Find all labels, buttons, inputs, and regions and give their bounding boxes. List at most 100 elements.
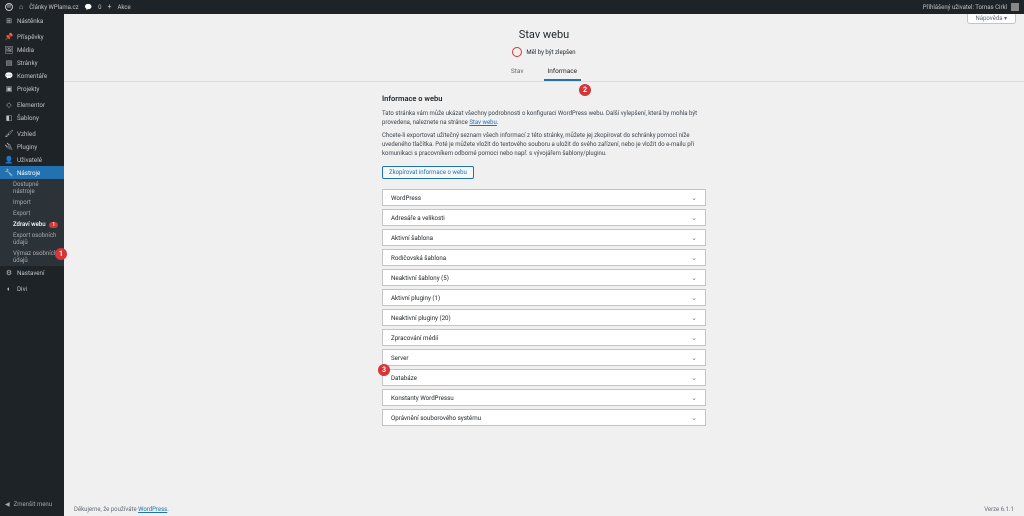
sidebar-sub-import[interactable]: Import <box>0 197 64 208</box>
footer-text: Děkujeme, že používáte <box>74 506 138 513</box>
sidebar-item-label: Nástěnka <box>17 17 43 25</box>
accordion-label: Aktivní šablona <box>391 234 433 242</box>
accordion-media[interactable]: Zpracování médií ⌄ <box>382 329 706 346</box>
sidebar-item-posts[interactable]: 📌Příspěvky <box>0 30 64 43</box>
plug-icon: 🔌 <box>5 143 13 151</box>
sidebar-sub-export-personal[interactable]: Export osobních údajů <box>0 230 64 248</box>
accordion-label: Server <box>391 354 408 362</box>
site-title[interactable]: Články WPlama.cz <box>29 4 78 11</box>
sidebar-item-label: Komentáře <box>17 72 47 80</box>
page-title: Stav webu <box>64 28 1024 41</box>
sidebar-item-label: Projekty <box>17 85 39 93</box>
accordion-label: WordPress <box>391 194 421 202</box>
sidebar-item-templates[interactable]: ◧Šablony <box>0 111 64 124</box>
accordion-label: Adresáře a velikosti <box>391 214 445 222</box>
help-tab[interactable]: Nápověda ▾ <box>967 14 1017 24</box>
health-badge: 1 <box>49 222 58 228</box>
screen-meta: Nápověda ▾ <box>64 14 1024 24</box>
sidebar-item-media[interactable]: 🖼Média <box>0 43 64 56</box>
chevron-down-icon: ⌄ <box>691 274 697 282</box>
footer-version: Verze 6.1.1 <box>984 506 1014 513</box>
accordion-label: Rodičovská šablona <box>391 254 446 262</box>
info-section: Informace o webu Tato stránka vám může u… <box>382 94 706 426</box>
templates-icon: ◧ <box>5 114 13 122</box>
pin-icon: 📌 <box>5 33 13 41</box>
collapse-menu[interactable]: ◀Zmenšit menu <box>0 499 64 510</box>
plus-icon[interactable] <box>107 3 111 11</box>
wp-logo-icon[interactable]: W <box>5 3 13 11</box>
accordion-label: Databáze <box>391 374 417 382</box>
sidebar-item-label: Média <box>17 46 34 54</box>
sidebar-item-tools[interactable]: 🔧Nástroje <box>0 166 64 179</box>
chevron-down-icon: ⌄ <box>691 234 697 242</box>
sidebar-item-appearance[interactable]: 🖌 Vzhled <box>0 127 64 140</box>
sidebar-item-settings[interactable]: ⚙Nastavení <box>0 266 64 279</box>
sidebar-sub-export[interactable]: Export <box>0 208 64 219</box>
sidebar-item-projects[interactable]: ▣ Projekty <box>0 82 64 95</box>
sidebar-sub-available-tools[interactable]: Dostupné nástroje <box>0 179 64 197</box>
new-label[interactable]: Akce <box>117 4 130 11</box>
copy-info-button[interactable]: Zkopírovat informace o webu <box>382 166 474 179</box>
tabs-nav: Stav Informace <box>64 63 1024 82</box>
avatar[interactable] <box>1011 3 1019 11</box>
accordion-active-theme[interactable]: Aktivní šablona ⌄ <box>382 229 706 246</box>
sidebar-item-label: Nastavení <box>17 269 45 277</box>
site-health-link[interactable]: Stav webu <box>469 119 497 126</box>
accordion-list: WordPress⌄ Adresáře a velikosti⌄ Aktivní… <box>382 189 706 426</box>
para-text: Tato stránka vám může ukázat všechny pod… <box>382 110 697 126</box>
page-icon: ▤ <box>5 59 13 67</box>
sidebar-sub-site-health[interactable]: Zdraví webu 1 <box>0 219 64 230</box>
brush-icon: 🖌 <box>5 130 13 138</box>
accordion-wordpress[interactable]: WordPress⌄ <box>382 189 706 206</box>
admin-sidebar: ⊞ Nástěnka 📌Příspěvky 🖼Média ▤Stránky 💬 Ko… <box>0 14 64 516</box>
chevron-down-icon: ⌄ <box>691 314 697 322</box>
accordion-label: Aktivní pluginy (1) <box>391 294 440 302</box>
accordion-inactive-themes[interactable]: Neaktivní šablony (5)⌄ <box>382 269 706 286</box>
elementor-icon: ◇ <box>5 101 13 109</box>
dashboard-icon: ⊞ <box>5 17 13 25</box>
chevron-down-icon: ⌄ <box>691 334 697 342</box>
accordion-active-plugins[interactable]: Aktivní pluginy (1) ⌄ <box>382 289 706 306</box>
collapse-icon: ◀ <box>5 501 10 508</box>
sidebar-item-plugins[interactable]: 🔌Pluginy <box>0 140 64 153</box>
main-content: Nápověda ▾ Stav webu Měl by být zlepšen … <box>64 14 1024 516</box>
accordion-label: Zpracování médií <box>391 334 438 342</box>
home-icon[interactable] <box>19 3 23 11</box>
sidebar-item-comments[interactable]: 💬 Komentáře <box>0 69 64 82</box>
sidebar-item-label: Vzhled <box>17 130 36 138</box>
wordpress-link[interactable]: WordPress <box>138 506 167 513</box>
comment-icon: 💬 <box>5 72 13 80</box>
accordion-label: Neaktivní pluginy (20) <box>391 314 451 322</box>
sidebar-item-dashboard[interactable]: ⊞ Nástěnka <box>0 14 64 27</box>
accordion-parent-theme[interactable]: Rodičovská šablona⌄ <box>382 249 706 266</box>
accordion-directories[interactable]: Adresáře a velikosti ⌄ <box>382 209 706 226</box>
tab-info[interactable]: Informace <box>544 63 582 81</box>
accordion-server[interactable]: Server⌄ <box>382 349 706 366</box>
chevron-down-icon: ⌄ <box>691 374 697 382</box>
chevron-down-icon: ⌄ <box>691 214 697 222</box>
sidebar-item-users[interactable]: 👤Uživatelé <box>0 153 64 166</box>
divi-icon: ◐ <box>5 285 13 293</box>
greeting[interactable]: Přihlášený uživatel: Tomas Cirkl <box>923 4 1007 11</box>
accordion-filesystem[interactable]: Oprávnění souborového systému⌄ <box>382 409 706 426</box>
callout-3: 3 <box>378 364 390 376</box>
comment-count[interactable]: 0 <box>98 4 101 11</box>
topbar-left: W Články WPlama.cz 0 Akce <box>5 3 131 11</box>
chevron-down-icon: ⌄ <box>691 394 697 402</box>
sidebar-item-pages[interactable]: ▤Stránky <box>0 56 64 69</box>
sidebar-item-label: Uživatelé <box>17 156 42 164</box>
comment-icon[interactable] <box>85 4 92 11</box>
projects-icon: ▣ <box>5 85 13 93</box>
footer-thanks: Děkujeme, že používáte WordPress. <box>74 506 169 513</box>
tab-status[interactable]: Stav <box>507 63 528 81</box>
section-heading: Informace o webu <box>382 94 706 103</box>
sidebar-sub-erase-personal[interactable]: Výmaz osobních údajů <box>0 248 64 266</box>
accordion-inactive-plugins[interactable]: Neaktivní pluginy (20) ⌄ <box>382 309 706 326</box>
sidebar-item-divi[interactable]: ◐Divi <box>0 282 64 295</box>
accordion-database[interactable]: Databáze ⌄ <box>382 369 706 386</box>
status-indicator: Měl by být zlepšen <box>64 47 1024 57</box>
callout-1: 1 <box>55 248 67 260</box>
chevron-down-icon: ⌄ <box>691 294 697 302</box>
accordion-constants[interactable]: Konstanty WordPressu⌄ <box>382 389 706 406</box>
sidebar-item-elementor[interactable]: ◇Elementor <box>0 98 64 111</box>
